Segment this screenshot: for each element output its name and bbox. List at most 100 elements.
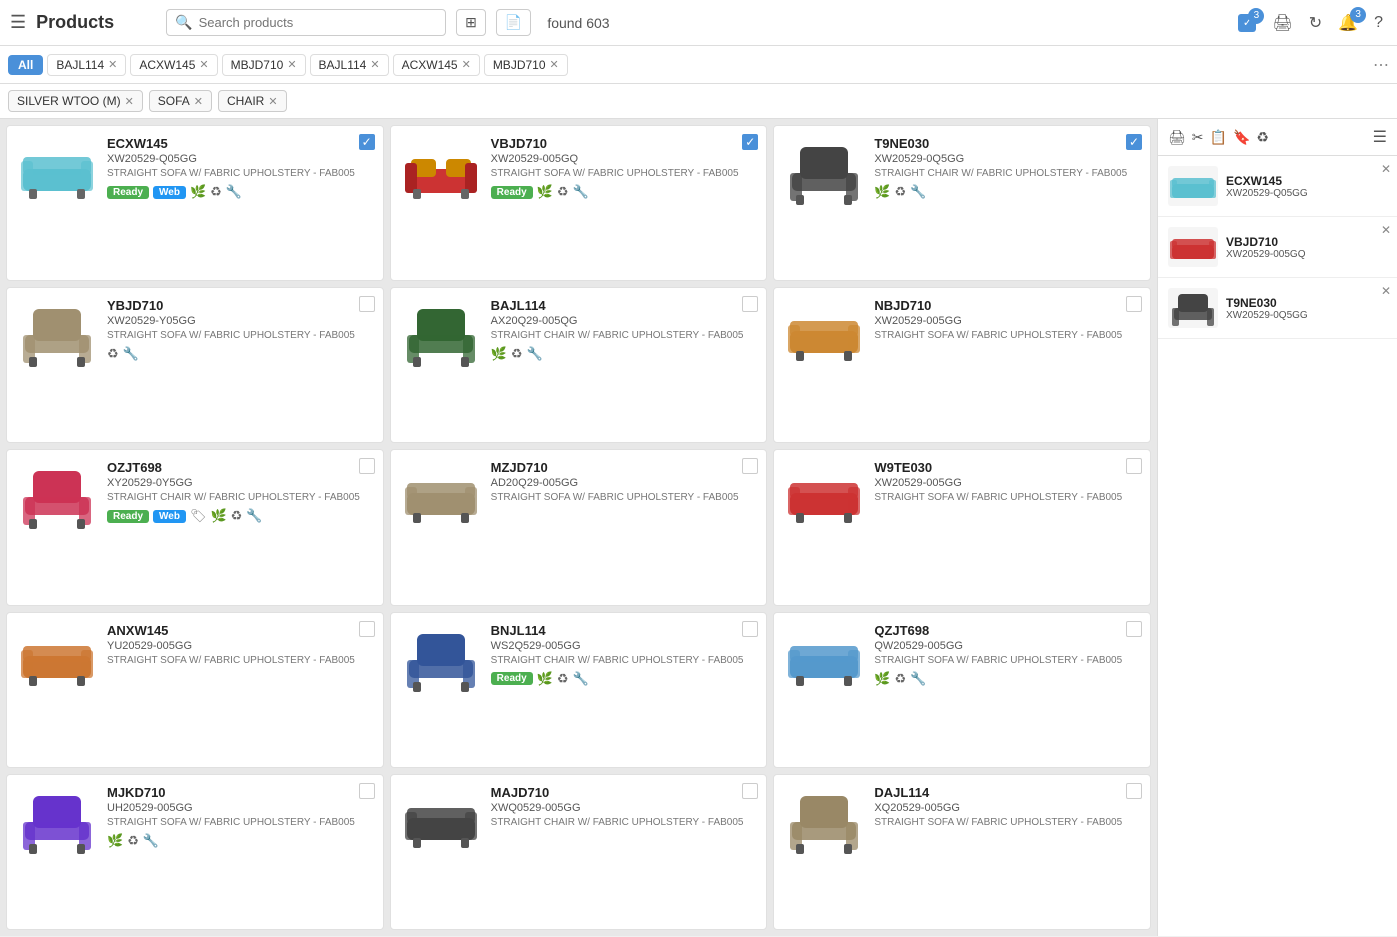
- filter-button[interactable]: ⊞: [456, 9, 486, 36]
- product-checkbox[interactable]: [742, 783, 758, 799]
- tab-close-acxw145-2[interactable]: ✕: [462, 58, 471, 71]
- product-info: MJKD710 UH20529-005GG STRAIGHT SOFA W/ F…: [107, 785, 373, 849]
- product-name: MAJD710: [491, 785, 757, 800]
- upload-button[interactable]: 📄: [496, 9, 531, 36]
- product-image: [17, 298, 97, 368]
- product-sku: XWQ0529-005GG: [491, 802, 757, 814]
- tabs-more-icon[interactable]: ⋯: [1373, 55, 1389, 75]
- product-name: MZJD710: [491, 460, 757, 475]
- search-input[interactable]: [199, 15, 438, 30]
- tab-close-mbjd710-1[interactable]: ✕: [287, 58, 296, 71]
- tab-close-acxw145-1[interactable]: ✕: [199, 58, 208, 71]
- product-checkbox[interactable]: ✓: [1126, 134, 1142, 150]
- product-desc: STRAIGHT SOFA W/ FABRIC UPHOLSTERY - FAB…: [874, 491, 1140, 504]
- product-image: [17, 136, 97, 206]
- product-checkbox[interactable]: [742, 296, 758, 312]
- product-desc: STRAIGHT SOFA W/ FABRIC UPHOLSTERY - FAB…: [874, 816, 1140, 829]
- product-badges: ReadyWeb🌿♻🔧: [107, 184, 373, 200]
- panel-item-image: [1168, 166, 1218, 206]
- product-image: [401, 460, 481, 530]
- product-card-nbjd710: NBJD710 XW20529-005GG STRAIGHT SOFA W/ F…: [773, 287, 1151, 443]
- product-checkbox[interactable]: [1126, 621, 1142, 637]
- product-card-ozjt698: OZJT698 XY20529-0Y5GG STRAIGHT CHAIR W/ …: [6, 449, 384, 605]
- filter-tag-silver[interactable]: SILVER WTOO (M) ✕: [8, 90, 143, 112]
- badge-ready: Ready: [491, 186, 533, 199]
- tab-item-bajl114-2[interactable]: BAJL114 ✕: [310, 54, 389, 76]
- tab-item-acxw145-1[interactable]: ACXW145 ✕: [130, 54, 217, 76]
- print-button[interactable]: 🖨: [1268, 9, 1296, 37]
- panel-bookmark-icon[interactable]: 🔖: [1233, 129, 1250, 146]
- topbar: ☰ Products 🔍 ⊞ 📄 found 603 ✓ 3 🖨 ↻ 🔔 3 ?: [0, 0, 1397, 46]
- tab-item-acxw145-2[interactable]: ACXW145 ✕: [393, 54, 480, 76]
- product-badges: 🌿♻🔧: [107, 833, 373, 849]
- product-sku: AX20Q29-005QG: [491, 315, 757, 327]
- panel-item-sku: XW20529-005GQ: [1226, 249, 1387, 260]
- product-image: [17, 623, 97, 693]
- filters-row: SILVER WTOO (M) ✕ SOFA ✕ CHAIR ✕: [0, 84, 1397, 119]
- filter-tag-sofa[interactable]: SOFA ✕: [149, 90, 212, 112]
- help-button[interactable]: ?: [1370, 10, 1387, 36]
- product-checkbox[interactable]: [359, 458, 375, 474]
- product-desc: STRAIGHT CHAIR W/ FABRIC UPHOLSTERY - FA…: [874, 167, 1140, 180]
- product-sku: XQ20529-005GG: [874, 802, 1140, 814]
- product-card-mjkd710: MJKD710 UH20529-005GG STRAIGHT SOFA W/ F…: [6, 774, 384, 930]
- product-checkbox[interactable]: [1126, 783, 1142, 799]
- filter-close-chair[interactable]: ✕: [268, 95, 277, 108]
- refresh-button[interactable]: ↻: [1305, 9, 1326, 37]
- panel-item-close[interactable]: ✕: [1381, 162, 1391, 176]
- product-checkbox[interactable]: [359, 783, 375, 799]
- panel-items: ECXW145 XW20529-Q05GG ✕ VBJD710 XW20529-…: [1158, 156, 1397, 936]
- panel-menu-icon[interactable]: ☰: [1373, 127, 1387, 147]
- product-info: MAJD710 XWQ0529-005GG STRAIGHT CHAIR W/ …: [491, 785, 757, 833]
- panel-item-ecxw145: ECXW145 XW20529-Q05GG ✕: [1158, 156, 1397, 217]
- tab-item-bajl114-1[interactable]: BAJL114 ✕: [47, 54, 126, 76]
- right-panel-toolbar: 🖨 ✂ 📋 🔖 ♻ ☰: [1158, 119, 1397, 156]
- product-name: VBJD710: [491, 136, 757, 151]
- product-badges: Ready🌿♻🔧: [491, 184, 757, 200]
- panel-edit-icon[interactable]: ✂: [1192, 129, 1204, 146]
- product-checkbox[interactable]: ✓: [742, 134, 758, 150]
- product-sku: WS2Q529-005GG: [491, 640, 757, 652]
- badge-ready: Ready: [491, 672, 533, 685]
- panel-recycle-icon[interactable]: ♻: [1256, 129, 1269, 146]
- notification-button[interactable]: 🔔 3: [1334, 9, 1362, 37]
- product-image: [784, 136, 864, 206]
- notification-badge: 3: [1350, 7, 1366, 23]
- product-checkbox[interactable]: [1126, 296, 1142, 312]
- filter-tag-chair[interactable]: CHAIR ✕: [218, 90, 287, 112]
- product-info: DAJL114 XQ20529-005GG STRAIGHT SOFA W/ F…: [874, 785, 1140, 833]
- product-name: T9NE030: [874, 136, 1140, 151]
- product-checkbox[interactable]: [742, 621, 758, 637]
- product-name: QZJT698: [874, 623, 1140, 638]
- filter-close-silver[interactable]: ✕: [125, 95, 134, 108]
- panel-item-name: T9NE030: [1226, 296, 1387, 310]
- panel-copy-icon[interactable]: 📋: [1210, 129, 1227, 146]
- product-checkbox[interactable]: ✓: [359, 134, 375, 150]
- product-sku: XW20529-005GQ: [491, 153, 757, 165]
- panel-item-close[interactable]: ✕: [1381, 284, 1391, 298]
- product-checkbox[interactable]: [742, 458, 758, 474]
- product-info: NBJD710 XW20529-005GG STRAIGHT SOFA W/ F…: [874, 298, 1140, 346]
- product-image: [17, 460, 97, 530]
- checkbox-action-button[interactable]: ✓ 3: [1234, 10, 1260, 36]
- product-checkbox[interactable]: [359, 296, 375, 312]
- tab-all[interactable]: All: [8, 55, 43, 75]
- panel-item-info: T9NE030 XW20529-0Q5GG: [1226, 296, 1387, 321]
- panel-item-close[interactable]: ✕: [1381, 223, 1391, 237]
- badge-web: Web: [153, 186, 186, 199]
- checkbox-badge: 3: [1248, 8, 1264, 24]
- product-info: BAJL114 AX20Q29-005QG STRAIGHT CHAIR W/ …: [491, 298, 757, 362]
- tab-close-mbjd710-2[interactable]: ✕: [550, 58, 559, 71]
- tab-item-mbjd710-2[interactable]: MBJD710 ✕: [484, 54, 568, 76]
- menu-icon[interactable]: ☰: [10, 12, 26, 33]
- tab-close-bajl114-1[interactable]: ✕: [108, 58, 117, 71]
- tab-close-bajl114-2[interactable]: ✕: [370, 58, 379, 71]
- tab-item-mbjd710-1[interactable]: MBJD710 ✕: [222, 54, 306, 76]
- product-name: MJKD710: [107, 785, 373, 800]
- filter-close-sofa[interactable]: ✕: [194, 95, 203, 108]
- panel-print-icon[interactable]: 🖨: [1168, 129, 1186, 146]
- product-sku: XW20529-Q05GG: [107, 153, 373, 165]
- product-info: YBJD710 XW20529-Y05GG STRAIGHT SOFA W/ F…: [107, 298, 373, 362]
- product-checkbox[interactable]: [1126, 458, 1142, 474]
- product-checkbox[interactable]: [359, 621, 375, 637]
